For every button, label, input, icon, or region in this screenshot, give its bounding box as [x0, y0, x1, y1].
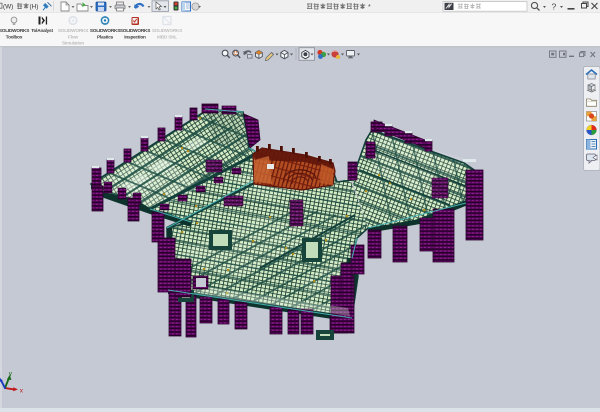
svg-text:SOLIDWORKS: SOLIDWORKS [90, 28, 120, 33]
svg-text:SOLIDWORKS: SOLIDWORKS [120, 28, 150, 33]
svg-text:Inspection: Inspection [124, 34, 146, 39]
svg-text:Plastics: Plastics [97, 34, 114, 39]
svg-text:(W): (W) [3, 4, 13, 11]
svg-text:Flow: Flow [68, 34, 78, 39]
svg-text:*: * [368, 4, 371, 11]
svg-text:Simulation: Simulation [62, 41, 84, 46]
svg-text:SOLIDWORKS: SOLIDWORKS [58, 28, 88, 33]
svg-text:(H): (H) [30, 4, 39, 11]
svg-text:z: z [0, 372, 1, 379]
svg-text:TolAnalyst: TolAnalyst [31, 28, 53, 33]
svg-text:MBD SNL: MBD SNL [157, 34, 177, 39]
svg-text:?: ? [552, 2, 557, 12]
svg-text:SOLIDWORKS: SOLIDWORKS [0, 28, 29, 33]
svg-text:Toolbox: Toolbox [6, 34, 23, 39]
svg-text:SOLIDWORKS: SOLIDWORKS [152, 28, 182, 33]
